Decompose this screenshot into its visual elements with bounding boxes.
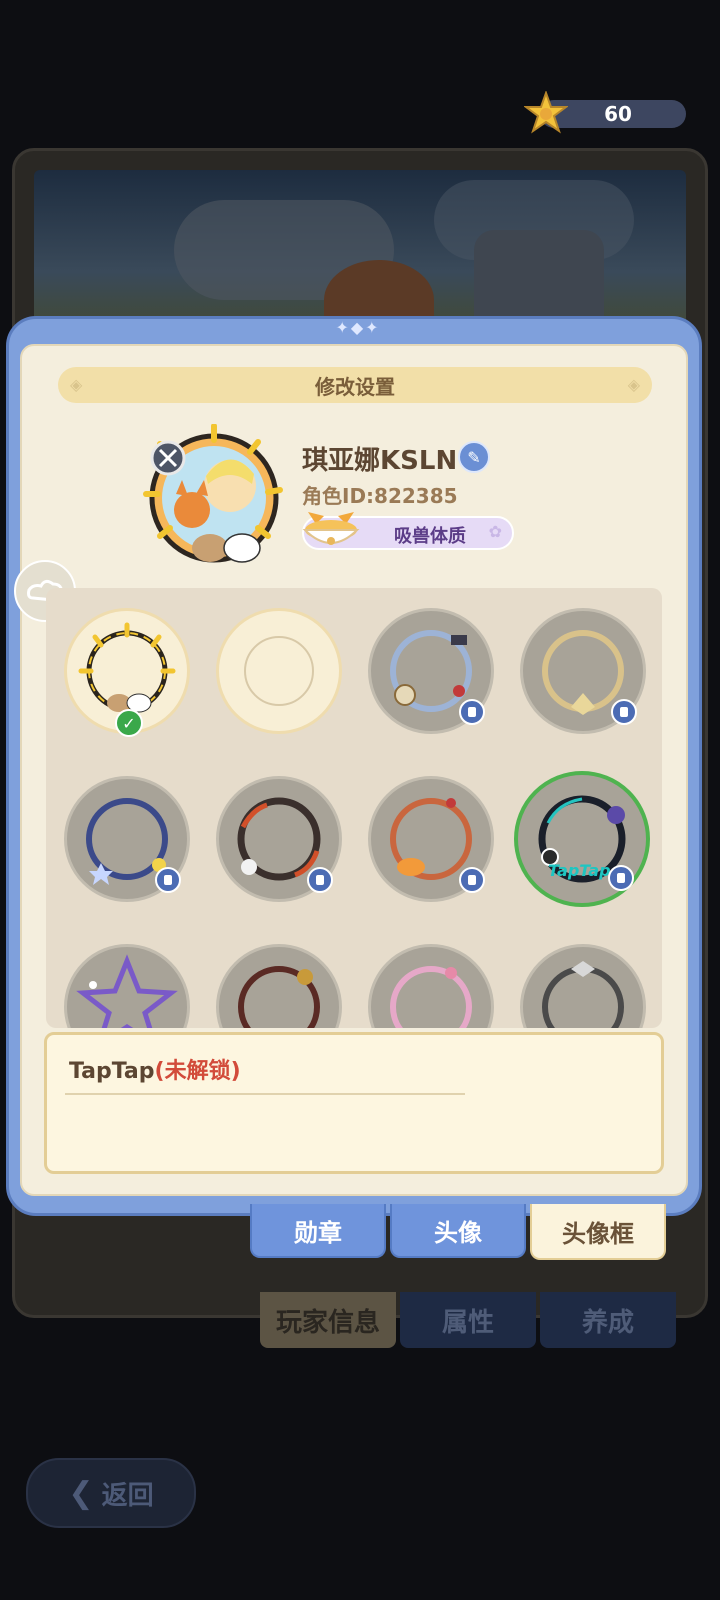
background-tab-bar: 玩家信息 属性 养成 xyxy=(260,1292,676,1348)
frame-slot[interactable] xyxy=(520,608,646,734)
pencil-icon: ✎ xyxy=(467,447,481,467)
pet-bowl-icon xyxy=(302,512,360,545)
frame-description: TapTap(未解锁) xyxy=(44,1032,664,1174)
player-name: 琪亚娜KSLN xyxy=(302,446,458,476)
tab-cultivation[interactable]: 养成 xyxy=(540,1292,676,1348)
lock-icon xyxy=(611,699,637,725)
lock-status: (未解锁) xyxy=(154,1059,241,1084)
tab-attributes[interactable]: 属性 xyxy=(400,1292,536,1348)
lock-icon xyxy=(608,865,634,891)
lock-icon xyxy=(459,699,485,725)
taptap-frame-label: TapTap xyxy=(548,861,611,880)
frame-slot[interactable] xyxy=(216,944,342,1028)
empty-ring-icon xyxy=(244,636,314,706)
tab-avatar[interactable]: 头像 xyxy=(390,1204,526,1258)
frame-slot[interactable] xyxy=(64,944,190,1028)
frame-slot[interactable] xyxy=(368,608,494,734)
modal-title: 修改设置 xyxy=(315,374,395,399)
background-banner xyxy=(34,170,686,340)
frame-slot[interactable] xyxy=(368,776,494,902)
tab-medals[interactable]: 勋章 xyxy=(250,1204,386,1258)
frame-slot-equipped[interactable]: ✓ xyxy=(64,608,190,737)
lock-icon xyxy=(155,867,181,893)
paw-icon: ✿ xyxy=(488,522,502,541)
frame-slot[interactable] xyxy=(368,944,494,1028)
frame-slot[interactable] xyxy=(520,944,646,1028)
diamond-ornament-icon: ◈ xyxy=(70,375,83,394)
currency-value: 60 xyxy=(604,102,632,126)
trait-badge: 吸兽体质 ✿ xyxy=(302,512,514,550)
edit-name-button[interactable]: ✎ xyxy=(458,441,490,473)
purple-star-frame-icon xyxy=(76,954,178,1028)
checkmark-icon: ✓ xyxy=(115,709,143,737)
back-label: 返回 xyxy=(101,1480,154,1511)
modal-title-bar: ◈ 修改设置 ◈ xyxy=(58,367,652,403)
frame-name-text: TapTap xyxy=(69,1059,155,1084)
currency-counter: 60 xyxy=(524,91,686,134)
frame-grid: ✓ TapTap xyxy=(46,588,662,1028)
frame-slot[interactable] xyxy=(216,776,342,902)
lock-icon xyxy=(459,867,485,893)
star-icon xyxy=(524,91,568,134)
role-id: 角色ID:822385 xyxy=(302,484,458,508)
frame-slot[interactable] xyxy=(64,776,190,902)
ribbon-frame-icon xyxy=(390,966,472,1028)
modal-ornament-icon: ✦◆✦ xyxy=(335,318,381,337)
trait-label: 吸兽体质 xyxy=(394,526,466,547)
tab-avatar-frame[interactable]: 头像框 xyxy=(530,1204,666,1260)
frame-slot-selected[interactable]: TapTap xyxy=(514,771,650,907)
tab-player-info[interactable]: 玩家信息 xyxy=(260,1292,396,1348)
leaf-frame-icon xyxy=(238,966,320,1028)
frame-name: TapTap(未解锁) xyxy=(69,1053,241,1085)
back-button[interactable]: ❮ 返回 xyxy=(26,1458,196,1528)
diamond-ornament-icon: ◈ xyxy=(627,375,640,394)
back-arrow-icon: ❮ xyxy=(68,1475,94,1511)
divider xyxy=(65,1093,465,1095)
silver-frame-icon xyxy=(542,961,624,1028)
frame-slot-none[interactable] xyxy=(216,608,342,734)
lock-icon xyxy=(307,867,333,893)
avatar xyxy=(143,424,283,563)
